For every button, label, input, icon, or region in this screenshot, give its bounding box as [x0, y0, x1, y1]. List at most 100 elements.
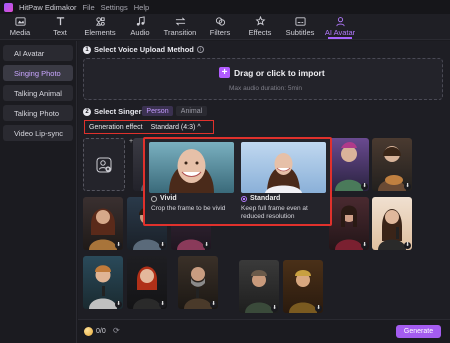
menu-settings[interactable]: Settings — [101, 3, 128, 12]
tool-label: Effects — [248, 27, 272, 37]
info-icon[interactable]: i — [196, 46, 204, 53]
app-title: HitPaw Edimakor — [19, 2, 77, 12]
tool-label: Transition — [163, 27, 197, 37]
text-icon — [56, 16, 64, 25]
tool-effects[interactable]: Effects — [240, 13, 280, 39]
download-icon[interactable]: ⬇ — [404, 242, 411, 249]
sidebar-item-talking-animal[interactable]: Talking Animal — [3, 85, 73, 101]
tool-media[interactable]: Media — [0, 13, 40, 39]
app-logo — [4, 2, 13, 12]
vivid-radio[interactable] — [151, 195, 157, 202]
download-icon[interactable]: ⬇ — [115, 242, 122, 249]
download-icon[interactable]: ⬇ — [159, 301, 166, 308]
tool-label: Subtitles — [285, 27, 315, 37]
step2-heading: 2 Select Singer — [83, 107, 142, 116]
generation-effect-popup: Vivid Crop the frame to be vivid Standar… — [143, 137, 332, 226]
tab-person[interactable]: Person — [142, 106, 173, 116]
vivid-title: Vivid — [160, 195, 177, 202]
refresh-icon[interactable]: ⟳ — [113, 326, 120, 335]
step1-heading: 1 Select Voice Upload Method i — [83, 45, 204, 54]
sidebar-item-video-lip-sync[interactable]: Video Lip-sync — [3, 125, 73, 141]
tool-text[interactable]: Text — [40, 13, 80, 39]
step1-title: Select Voice Upload Method — [94, 45, 194, 54]
audio-icon — [136, 15, 145, 26]
title-bar: HitPaw Edimakor File Settings Help — [0, 0, 450, 14]
plus-icon: + — [219, 67, 230, 78]
standard-preview[interactable] — [241, 142, 326, 193]
chevron-up-icon: ^ — [197, 123, 201, 131]
singer-avatar[interactable]: ⬇ — [127, 256, 167, 309]
import-label: Drag or click to import — [234, 67, 325, 78]
download-icon[interactable]: ⬇ — [115, 301, 122, 308]
effects-icon — [255, 15, 265, 25]
coin-icon — [84, 327, 93, 336]
vivid-option[interactable]: Vivid — [151, 195, 177, 202]
singer-avatar[interactable]: ⬇ — [372, 197, 412, 250]
singer-avatar[interactable]: ⬇ — [83, 197, 123, 250]
tool-elements[interactable]: Elements — [80, 13, 120, 39]
singer-avatar[interactable]: ⬇ — [283, 260, 323, 313]
standard-title: Standard — [250, 195, 281, 202]
singer-avatar[interactable]: ⬇ — [329, 138, 369, 191]
main-toolbar: Media Text Elements Audio Transition Fil… — [0, 14, 450, 40]
tool-label: Media — [9, 27, 31, 37]
singer-avatar[interactable]: ⬇ — [83, 256, 123, 309]
tool-audio[interactable]: Audio — [120, 13, 160, 39]
tool-ai-avatar[interactable]: AI Avatar — [320, 13, 360, 39]
download-icon[interactable]: ⬇ — [159, 242, 166, 249]
download-icon[interactable]: ⬇ — [203, 242, 210, 249]
standard-description: Keep full frame even at reduced resoluti… — [241, 205, 308, 220]
step2-title: Select Singer — [94, 107, 142, 116]
step-number: 1 — [83, 45, 91, 54]
transition-icon — [175, 17, 185, 25]
singer-avatar[interactable]: ⬇ — [329, 197, 369, 250]
tab-animal[interactable]: Animal — [176, 106, 207, 116]
sidebar-item-talking-photo[interactable]: Talking Photo — [3, 105, 73, 121]
generation-effect-value: Standard (4:3) — [150, 123, 196, 131]
download-icon[interactable]: ⬇ — [361, 242, 368, 249]
generate-button[interactable]: Generate — [396, 325, 441, 338]
footer-bar: 0/0 ⟳ Generate — [78, 319, 450, 343]
tool-label: Elements — [84, 27, 116, 37]
standard-preview-image — [265, 153, 302, 193]
tool-subtitles[interactable]: Subtitles — [280, 13, 320, 39]
sidebar-item-ai-avatar[interactable]: AI Avatar — [3, 45, 73, 61]
download-icon[interactable]: ⬇ — [404, 183, 411, 190]
audio-upload-dropzone[interactable]: + Drag or click to import Max audio dura… — [83, 58, 443, 100]
filters-icon — [215, 16, 225, 26]
menu-help[interactable]: Help — [134, 3, 149, 12]
download-icon[interactable]: ⬇ — [315, 305, 322, 312]
generation-effect-select[interactable]: Standard (4:3) ^ — [151, 124, 201, 131]
generation-effect-row: Generation effect Standard (4:3) ^ — [84, 120, 214, 134]
standard-radio[interactable] — [241, 195, 247, 202]
download-icon[interactable]: ⬇ — [271, 305, 278, 312]
step-number: 2 — [83, 107, 91, 116]
elements-icon — [95, 16, 105, 26]
media-icon — [14, 16, 26, 26]
subtitles-icon — [294, 16, 306, 26]
sidebar-item-singing-photo[interactable]: Singing Photo — [3, 65, 73, 81]
menu-file[interactable]: File — [83, 3, 95, 12]
tool-transition[interactable]: Transition — [160, 13, 200, 39]
generation-effect-label: Generation effect — [89, 123, 143, 131]
credits-count: 0/0 — [96, 328, 106, 335]
singer-avatar[interactable]: ⬇ — [178, 256, 218, 309]
vivid-preview[interactable] — [149, 142, 234, 193]
tool-label: Text — [53, 27, 67, 37]
add-person-icon — [96, 157, 112, 172]
tool-label: Audio — [130, 27, 150, 37]
download-icon[interactable]: ⬇ — [210, 301, 217, 308]
add-singer-card[interactable] — [83, 138, 125, 191]
tool-filters[interactable]: Filters — [200, 13, 240, 39]
standard-option[interactable]: Standard — [241, 195, 280, 202]
import-button[interactable]: + Drag or click to import — [219, 67, 325, 78]
vivid-preview-image — [169, 149, 214, 193]
ai-avatar-icon — [335, 16, 345, 26]
singer-avatar[interactable]: ⬇ — [372, 138, 412, 191]
tool-label: AI Avatar — [324, 27, 356, 37]
download-icon[interactable]: ⬇ — [361, 183, 368, 190]
vivid-description: Crop the frame to be vivid — [151, 205, 226, 212]
sidebar: AI Avatar Singing Photo Talking Animal T… — [0, 41, 77, 343]
upload-hint: Max audio duration: 5min — [229, 85, 302, 92]
singer-avatar[interactable]: ⬇ — [239, 260, 279, 313]
